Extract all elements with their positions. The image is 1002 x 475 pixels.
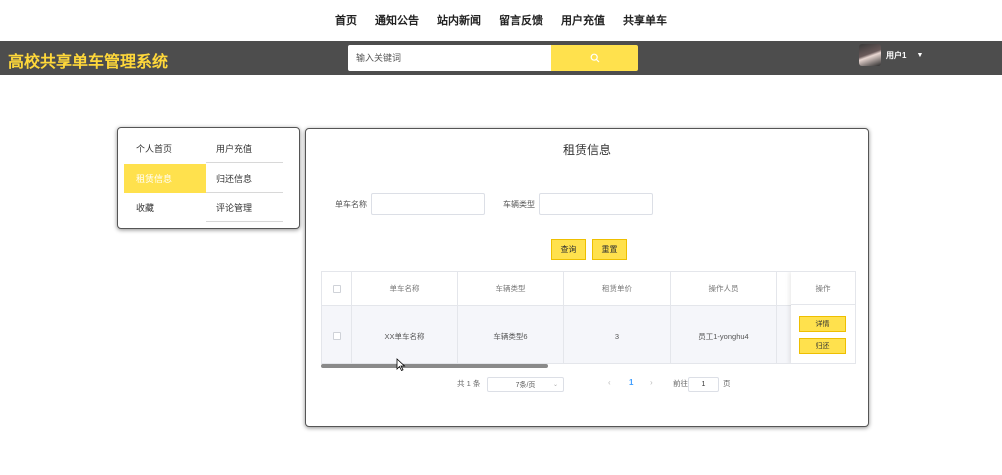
site-title: 高校共享单车管理系统 (8, 54, 169, 71)
col-bike-name: 单车名称 (352, 272, 458, 305)
rental-panel: 租赁信息 单车名称 车辆类型 查询 重置 单车名称 车辆类型 租赁单价 操作人员… (305, 128, 869, 427)
page-suffix: 页 (723, 379, 731, 388)
sidebar-item-return[interactable]: 归还信息 (206, 164, 283, 193)
chevron-down-icon: ⌄ (552, 382, 558, 388)
page-title: 租赁信息 (562, 143, 611, 157)
row-checkbox[interactable] (332, 332, 341, 340)
search-input[interactable] (348, 45, 551, 71)
header-bar: 高校共享单车管理系统 用户1 ▼ (0, 41, 1002, 75)
nav-notice[interactable]: 通知公告 (375, 12, 419, 28)
search-bar (348, 45, 638, 71)
col-operation: 操作 (791, 272, 855, 305)
search-icon (590, 53, 599, 63)
sidebar-item-home[interactable]: 个人首页 (124, 134, 206, 163)
bike-name-label: 单车名称 (335, 200, 367, 209)
rental-table: 单车名称 车辆类型 租赁单价 操作人员 XX单车名称 车辆类型6 3 员工1-y… (321, 271, 856, 364)
top-nav: 首页 通知公告 站内新闻 留言反馈 用户充值 共享单车 (0, 0, 1002, 40)
caret-down-icon: ▼ (916, 51, 924, 59)
select-all-checkbox[interactable] (332, 284, 341, 293)
col-rental-price: 租赁单价 (564, 272, 671, 305)
pagination-total: 共 1 条 (457, 379, 481, 388)
cell-bike-type: 车辆类型6 (458, 306, 564, 363)
detail-button[interactable]: 详情 (799, 316, 846, 332)
sidebar-item-recharge[interactable]: 用户充值 (206, 134, 283, 163)
cell-bike-name: XX单车名称 (352, 306, 458, 363)
sidebar-item-comments[interactable]: 评论管理 (206, 193, 283, 222)
next-page-button[interactable]: › (650, 378, 653, 387)
nav-shared-bike[interactable]: 共享单车 (623, 12, 667, 28)
cell-operator: 员工1-yonghu4 (671, 306, 777, 363)
page-size-select[interactable]: 7条/页 ⌄ (487, 377, 564, 392)
user-menu[interactable]: 用户1 ▼ (859, 44, 923, 66)
prev-page-button[interactable]: ‹ (608, 378, 611, 387)
search-button[interactable] (551, 45, 638, 71)
avatar (859, 44, 881, 66)
query-button[interactable]: 查询 (551, 239, 586, 260)
nav-feedback[interactable]: 留言反馈 (499, 12, 543, 28)
mouse-cursor-icon (396, 358, 406, 372)
col-operator: 操作人员 (671, 272, 777, 305)
bike-type-label: 车辆类型 (503, 200, 535, 209)
bike-type-input[interactable] (539, 193, 653, 215)
horizontal-scrollbar[interactable] (321, 364, 548, 368)
nav-news[interactable]: 站内新闻 (437, 12, 481, 28)
reset-button[interactable]: 重置 (592, 239, 627, 260)
row-checkbox-cell (322, 306, 352, 363)
side-menu: 个人首页 用户充值 租赁信息 归还信息 收藏 评论管理 (117, 127, 300, 229)
cell-rental-price: 3 (564, 306, 671, 363)
operation-column: 操作 详情 归还 (791, 272, 855, 363)
return-button[interactable]: 归还 (799, 338, 846, 354)
goto-page-input[interactable]: 1 (688, 377, 719, 392)
page-size-value: 7条/页 (515, 381, 536, 389)
user-name: 用户1 (886, 50, 907, 60)
sidebar-item-favorites[interactable]: 收藏 (124, 193, 206, 222)
nav-home[interactable]: 首页 (335, 12, 357, 28)
nav-recharge[interactable]: 用户充值 (561, 12, 605, 28)
sidebar-item-rental[interactable]: 租赁信息 (124, 164, 206, 193)
goto-label: 前往 (673, 379, 688, 388)
col-bike-type: 车辆类型 (458, 272, 564, 305)
bike-name-input[interactable] (371, 193, 485, 215)
header-checkbox-cell (322, 272, 352, 305)
page-number-current[interactable]: 1 (629, 378, 633, 387)
